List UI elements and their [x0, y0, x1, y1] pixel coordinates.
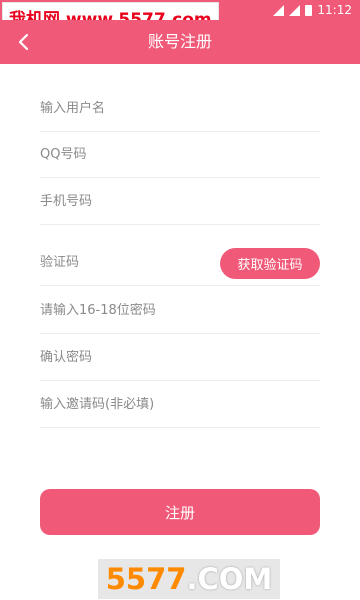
- get-verify-code-button[interactable]: 获取验证码: [220, 248, 320, 279]
- username-field-row: [40, 86, 320, 132]
- confirm-password-field-row: [40, 335, 320, 381]
- verify-code-input[interactable]: [40, 255, 210, 270]
- username-input[interactable]: [40, 101, 320, 116]
- password-field-row: [40, 288, 320, 334]
- app-bar: 账号注册: [0, 20, 360, 64]
- watermark-logo-bottom: 5577 .COM: [98, 559, 280, 599]
- watermark-suffix: .COM: [186, 562, 273, 596]
- status-time: 11:12: [317, 3, 352, 17]
- status-icons: 11:12: [273, 0, 352, 20]
- confirm-password-input[interactable]: [40, 350, 320, 365]
- verify-code-field-row: 获取验证码: [40, 240, 320, 286]
- back-button[interactable]: [8, 26, 38, 58]
- invite-code-field-row: [40, 382, 320, 428]
- page-title: 账号注册: [147, 32, 212, 51]
- qq-field-row: [40, 132, 320, 178]
- invite-code-input[interactable]: [40, 397, 320, 412]
- register-button[interactable]: 注册: [40, 489, 320, 535]
- password-input[interactable]: [40, 303, 320, 318]
- cell-signal-icon: [289, 4, 301, 16]
- qq-input[interactable]: [40, 147, 320, 162]
- wifi-signal-icon: [273, 4, 285, 16]
- chevron-left-icon: [18, 33, 29, 51]
- watermark-number: 5577: [105, 562, 187, 596]
- phone-input[interactable]: [40, 194, 320, 209]
- phone-field-row: [40, 179, 320, 225]
- battery-icon: [305, 4, 313, 16]
